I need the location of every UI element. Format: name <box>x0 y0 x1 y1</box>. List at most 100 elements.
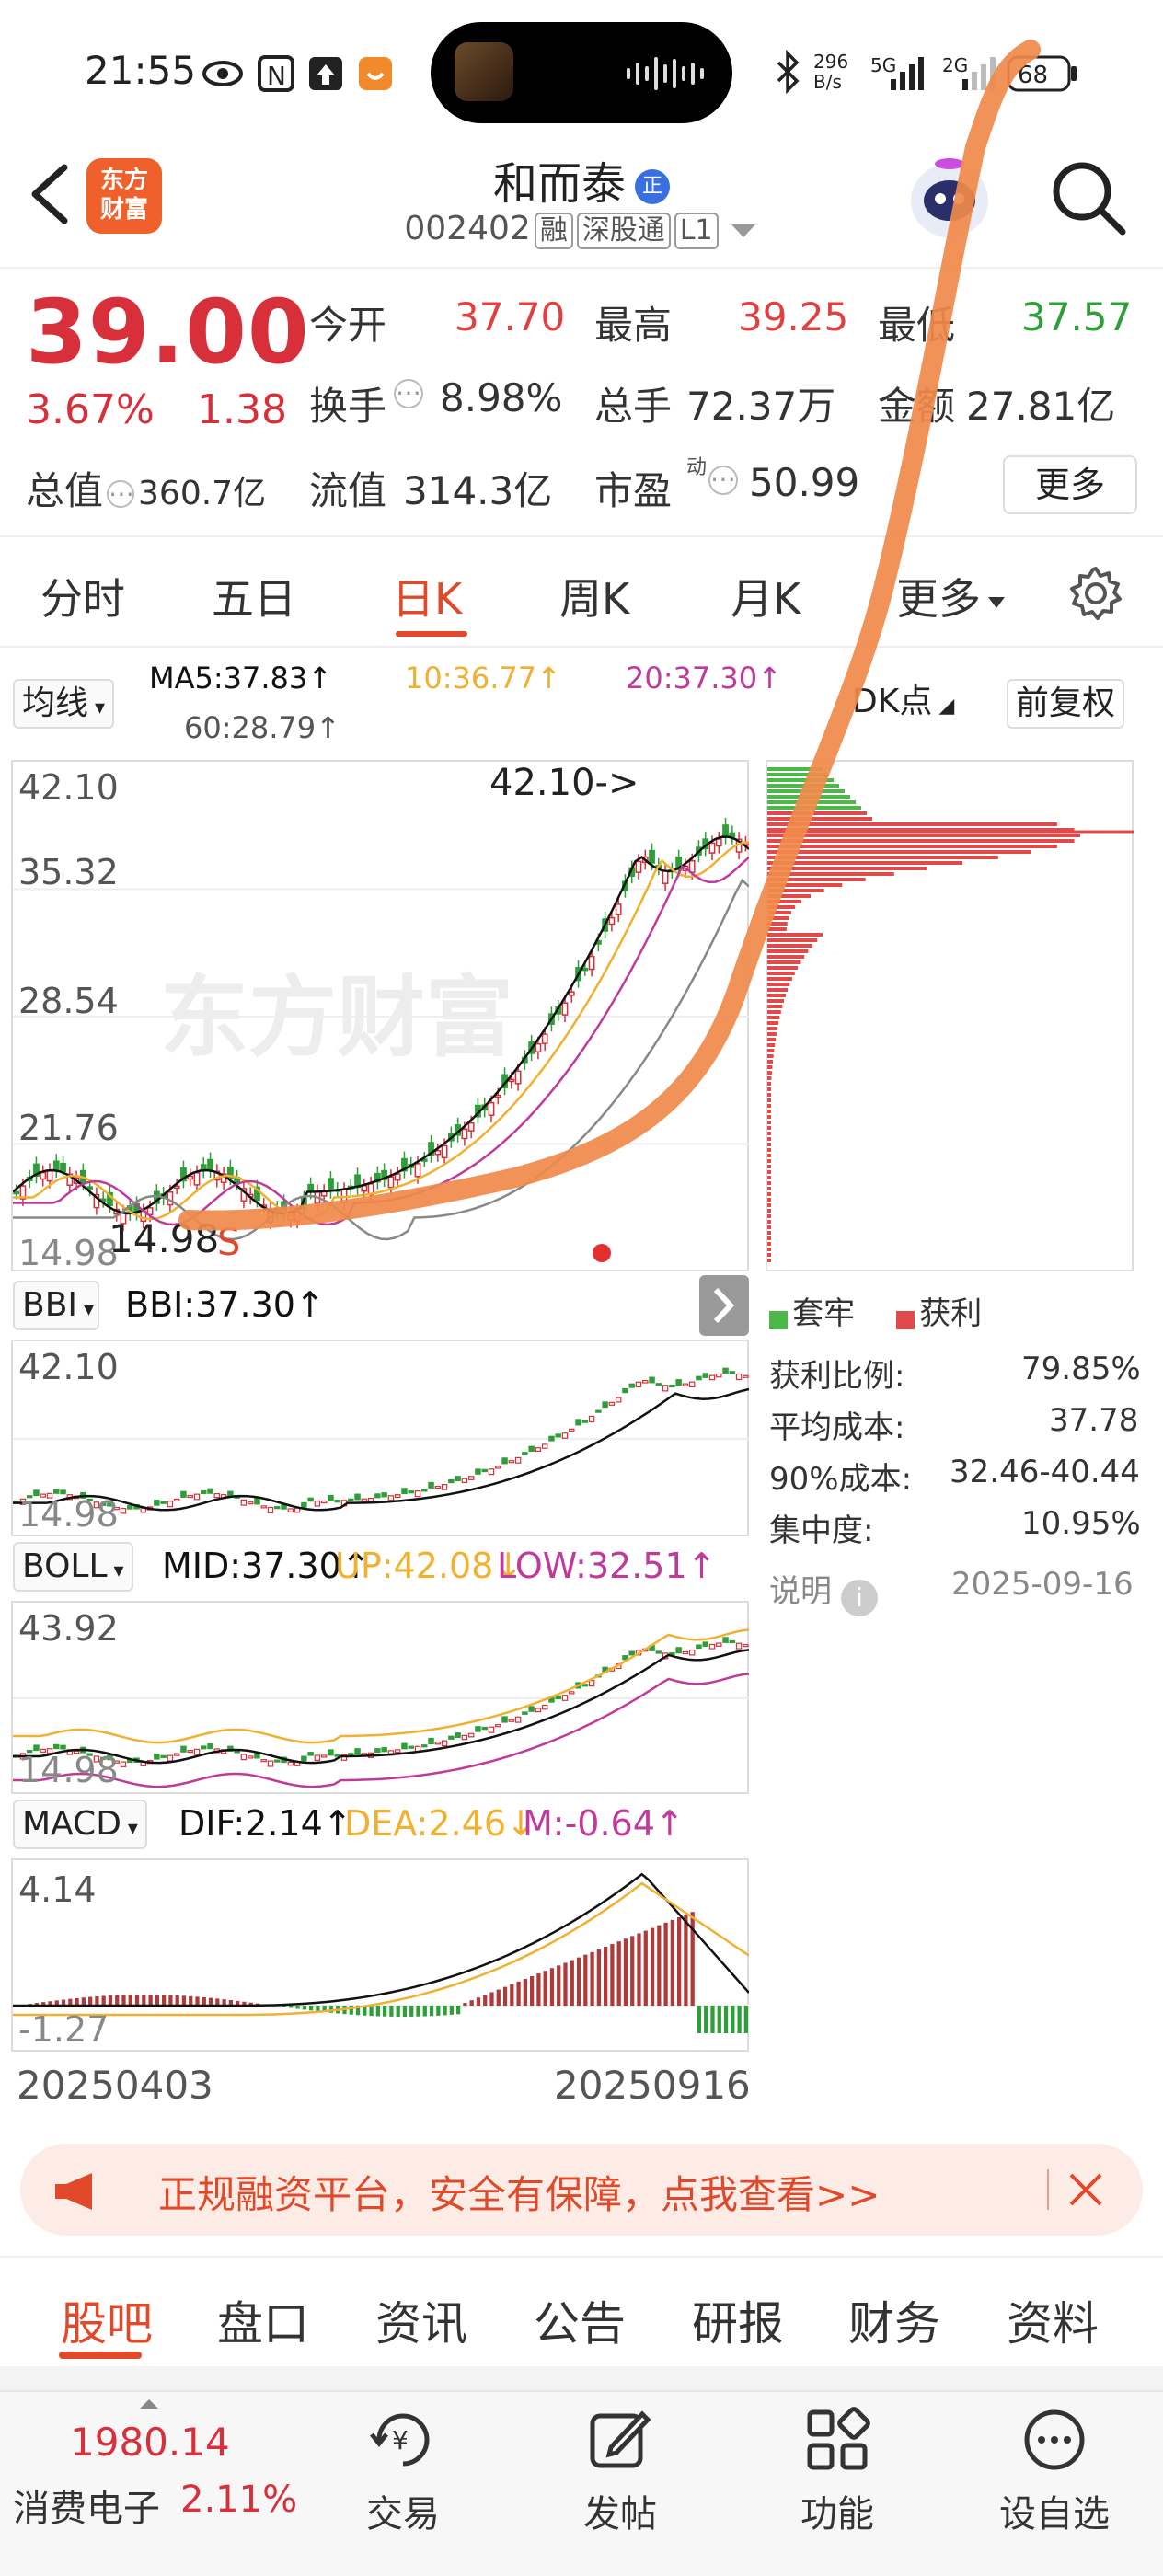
boll-candle <box>555 1695 561 1700</box>
tab-pankou[interactable]: 盘口 <box>217 2287 309 2353</box>
boll-panel[interactable]: 43.92 14.98 <box>11 1601 749 1794</box>
macd-bar <box>456 2006 461 2015</box>
chip-bar <box>767 983 790 986</box>
info-icon[interactable]: ⋯ <box>107 479 135 508</box>
macd-panel[interactable]: 4.14 -1.27 <box>11 1858 749 2052</box>
chip-distribution-panel[interactable] <box>766 760 1134 1271</box>
bbi-panel[interactable]: 42.10 14.98 <box>11 1340 749 1536</box>
boll-candle <box>401 1742 408 1750</box>
turnover-value: 8.98% <box>440 375 563 420</box>
expand-panel-button[interactable] <box>699 1275 749 1336</box>
macd-bar <box>309 2006 314 2011</box>
chip-bar <box>767 850 1031 854</box>
bbi-candle <box>622 1387 628 1394</box>
bbi-selector[interactable]: BBI ▾ <box>13 1281 100 1330</box>
functions-grid-icon[interactable] <box>804 2407 870 2473</box>
sell-signal-marker[interactable]: S <box>217 1222 240 1264</box>
dk-label: DK点 <box>852 683 933 720</box>
bbi-candle <box>274 1506 281 1510</box>
change-amount: 1.38 <box>197 386 287 433</box>
macd-bar <box>449 2006 454 2015</box>
chip-bar <box>767 988 789 992</box>
x-axis-end: 20250916 <box>554 2063 751 2108</box>
macd-bar <box>684 1915 688 2006</box>
chip-bar <box>767 1104 771 1108</box>
sector-name[interactable]: 消费电子 <box>13 2478 160 2532</box>
tab-daily-k[interactable]: 日K <box>392 566 462 627</box>
ma-selector[interactable]: 均线 ▾ <box>13 679 115 729</box>
dk-point-selector[interactable]: DK点 ◢ <box>845 679 961 729</box>
tab-profile[interactable]: 资料 <box>1007 2287 1099 2353</box>
signal-dot <box>593 1244 611 1262</box>
bbi-candle <box>743 1374 749 1378</box>
dock-watchlist-label[interactable]: 设自选 <box>962 2484 1146 2537</box>
chip-bar <box>767 1248 771 1251</box>
adjust-selector[interactable]: 前复权 <box>1007 679 1125 729</box>
boll-candle <box>307 1752 314 1756</box>
mktcap-group: 总值 ⋯ 360.7亿 <box>26 460 266 516</box>
bbi-candle <box>696 1375 702 1381</box>
tab-minute[interactable]: 分时 <box>40 566 125 627</box>
settings-gear-icon[interactable] <box>1067 565 1124 622</box>
boll-chart <box>13 1628 749 1788</box>
tab-news[interactable]: 资讯 <box>375 2287 467 2353</box>
boll-selector[interactable]: BOLL ▾ <box>13 1542 133 1592</box>
macd-selector[interactable]: MACD ▾ <box>13 1800 147 1849</box>
boll-candle <box>702 1641 708 1647</box>
bbi-candle <box>301 1501 307 1508</box>
dock-post-label[interactable]: 发帖 <box>528 2484 712 2537</box>
more-button[interactable]: 更多 <box>1003 455 1137 514</box>
macd-bar <box>502 1986 508 2006</box>
turnover-info-icon[interactable]: ⋯ <box>394 379 423 408</box>
search-icon[interactable] <box>1049 158 1128 237</box>
boll-candle <box>588 1680 595 1687</box>
bbi-candle <box>514 1456 522 1464</box>
dynamic-island[interactable] <box>431 22 732 123</box>
trapped-swatch <box>769 1310 788 1329</box>
bottom-tab-underline <box>59 2352 142 2359</box>
tab-research[interactable]: 研报 <box>692 2287 784 2353</box>
boll-candle <box>495 1724 501 1728</box>
tab-finance[interactable]: 财务 <box>848 2287 940 2353</box>
tab-guba[interactable]: 股吧 <box>61 2287 153 2353</box>
kline-chart <box>13 817 749 1262</box>
chip-bar <box>767 922 788 926</box>
tab-announcements[interactable]: 公告 <box>534 2287 626 2353</box>
chip-bar <box>767 966 798 970</box>
close-icon[interactable] <box>1067 2171 1104 2208</box>
ma20-line <box>13 856 749 1226</box>
macd-bar <box>663 1922 668 2006</box>
chip-bar <box>767 960 801 964</box>
sector-index-value[interactable]: 1980.14 <box>70 2420 230 2465</box>
chip-bar <box>767 994 786 997</box>
kline-panel[interactable]: 东方财富 42.10 35.32 28.54 21.76 14.98 42.10… <box>11 760 749 1273</box>
tab-five-day[interactable]: 五日 <box>212 566 296 627</box>
chip-bar <box>767 800 856 804</box>
bbi-candle <box>669 1384 675 1388</box>
bbi-candle <box>548 1435 555 1442</box>
sector-percent[interactable]: 2.11% <box>180 2478 297 2521</box>
dock-trade-label[interactable]: 交易 <box>311 2484 495 2537</box>
compose-post-icon[interactable] <box>587 2407 653 2473</box>
ai-assistant-icon[interactable] <box>902 153 997 245</box>
macd-bar <box>88 1996 93 2006</box>
macd-bar <box>422 2006 427 2017</box>
chip-note[interactable]: 说明 i <box>769 1566 878 1616</box>
promo-banner-text[interactable]: 正规融资平台，安全有保障，点我查看>> <box>158 2164 880 2220</box>
chip-bar <box>767 1054 774 1058</box>
tab-more[interactable]: 更多 <box>896 566 1007 627</box>
candle-body <box>608 916 616 926</box>
dock-functions-label[interactable]: 功能 <box>745 2484 929 2537</box>
chip-bar <box>767 1010 781 1014</box>
trade-icon[interactable]: ¥ <box>370 2407 436 2473</box>
pe-info-icon[interactable]: ⋯ <box>708 466 738 495</box>
candle-body <box>434 1150 442 1156</box>
macd-bar <box>510 1984 514 2006</box>
tab-weekly-k[interactable]: 周K <box>559 566 629 627</box>
tab-monthly-k[interactable]: 月K <box>731 566 800 627</box>
candle-body <box>46 1169 53 1182</box>
candle-body <box>467 1122 475 1132</box>
watchlist-more-icon[interactable] <box>1021 2407 1088 2473</box>
bbi-candle <box>154 1500 160 1506</box>
chip-bar <box>767 789 845 793</box>
